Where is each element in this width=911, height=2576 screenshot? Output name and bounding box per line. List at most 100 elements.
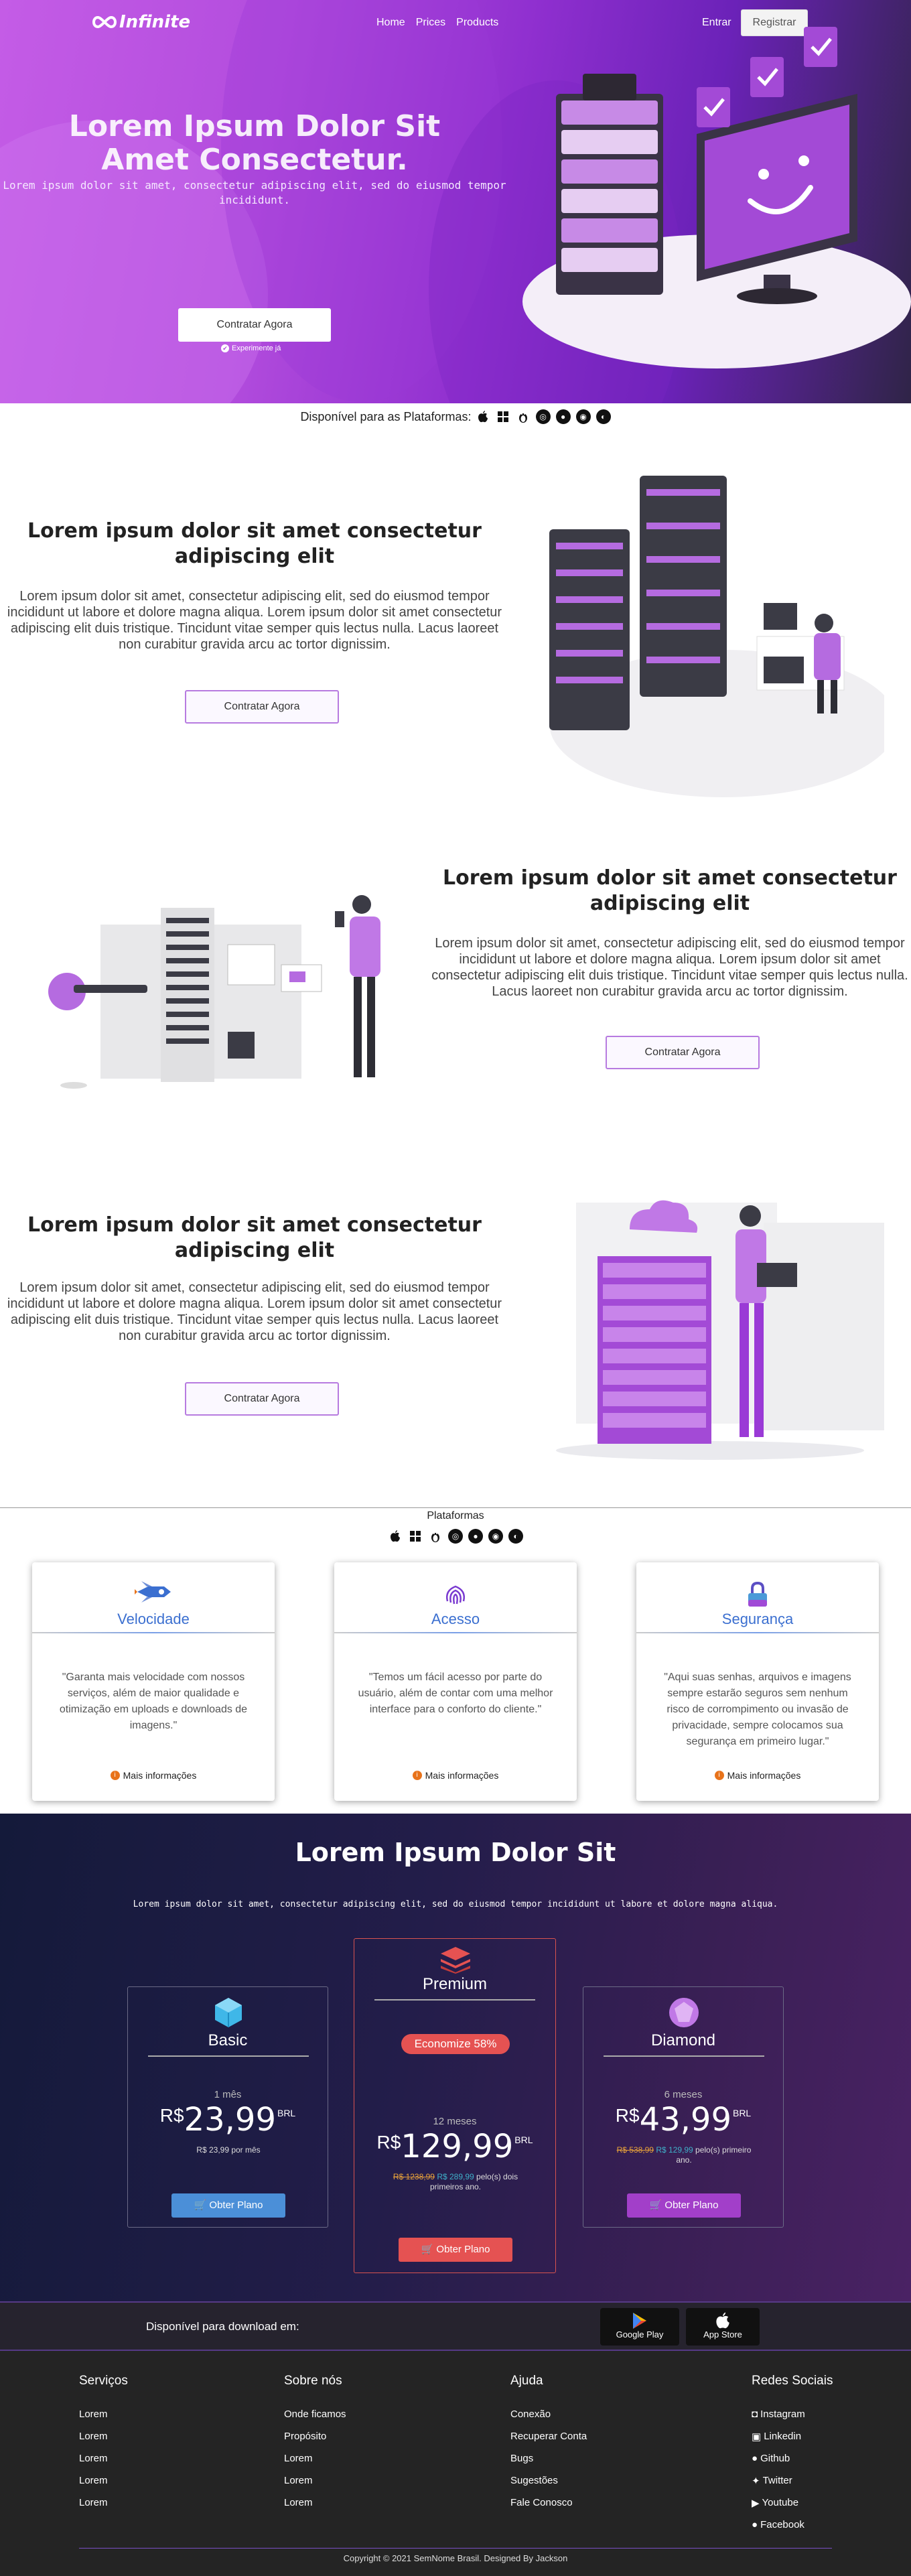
social-link-youtube[interactable]: ▶ Youtube — [752, 2492, 833, 2514]
social-link-twitter[interactable]: ✦ Twitter — [752, 2469, 833, 2492]
footer-column-about: Sobre nós Onde ficamos Propósito Lorem L… — [284, 2374, 346, 2514]
promo-price: R$ 289,99 — [437, 2172, 474, 2181]
footer-link[interactable]: Sugestões — [510, 2469, 587, 2492]
plan-price: R$ 23,99 BRL — [128, 2101, 328, 2139]
footer-link[interactable]: Conexão — [510, 2403, 587, 2425]
hero-section: Infinite Home Prices Products Entrar Reg… — [0, 0, 911, 403]
old-price: R$ 538,99 — [616, 2145, 654, 2155]
get-plan-button[interactable]: 🛒 Obter Plano — [171, 2193, 285, 2218]
social-link-github[interactable]: ● Github — [752, 2447, 833, 2469]
more-info-link[interactable]: i Mais informações — [334, 1770, 577, 1781]
plan-divider — [148, 2055, 309, 2057]
feature-cta-button[interactable]: Contratar Agora — [185, 1382, 339, 1416]
card-title: Velocidade — [117, 1611, 190, 1627]
footer-column-title: Ajuda — [510, 2374, 543, 2388]
linux-icon — [516, 409, 531, 424]
feature-card-speed: Velocidade "Garanta mais velocidade com … — [32, 1562, 275, 1801]
feature-title: Lorem ipsum dolor sit amet consectetur a… — [27, 1213, 482, 1262]
get-plan-button[interactable]: 🛒 Obter Plano — [399, 2238, 512, 2262]
footer-link[interactable]: Lorem — [79, 2469, 128, 2492]
info-icon: i — [412, 1771, 422, 1780]
rocket-icon — [135, 1581, 171, 1603]
plan-period: 12 meses — [433, 2116, 477, 2127]
get-plan-button[interactable]: 🛒 Obter Plano — [627, 2193, 741, 2218]
brand-logo[interactable]: Infinite — [91, 12, 190, 32]
footer-link[interactable]: Propósito — [284, 2425, 346, 2447]
hero-title: Lorem Ipsum Dolor Sit Amet Consectetur. — [68, 109, 441, 177]
more-info-link[interactable]: i Mais informações — [636, 1770, 879, 1781]
cart-icon: 🛒 — [421, 2244, 437, 2255]
twitter-icon: ✦ — [752, 2475, 760, 2487]
card-title: Acesso — [431, 1611, 480, 1627]
apple-icon — [716, 2312, 729, 2329]
info-icon: i — [714, 1771, 724, 1780]
hero-cta-button[interactable]: Contratar Agora — [178, 308, 331, 342]
footer-link[interactable]: Lorem — [284, 2469, 346, 2492]
plan-note: R$ 538,99 R$ 129,99 pelo(s) primeiro ano… — [610, 2145, 758, 2165]
facebook-icon: ● — [752, 2519, 758, 2530]
layers-icon — [441, 1947, 470, 1974]
feature-text: Lorem ipsum dolor sit amet, consectetur … — [7, 1280, 502, 1343]
hero-trial-text: Experimente já — [232, 344, 281, 352]
youtube-icon: ▶ — [752, 2497, 760, 2509]
linkedin-icon: ▣ — [752, 2431, 762, 2443]
site-footer: Serviços Lorem Lorem Lorem Lorem Lorem S… — [0, 2351, 911, 2576]
google-play-button[interactable]: Google Play — [600, 2308, 679, 2346]
social-link-linkedin[interactable]: ▣ Linkedin — [752, 2425, 833, 2447]
price-value: 43,99 — [639, 2101, 731, 2139]
nav-link-home[interactable]: Home — [376, 17, 405, 29]
social-link-facebook[interactable]: ● Facebook — [752, 2514, 833, 2536]
linux-icon — [428, 1529, 443, 1544]
price-currency: R$ — [159, 2105, 184, 2126]
nav-link-products[interactable]: Products — [456, 17, 498, 29]
hero-trial-note: ✔ Experimente já — [221, 344, 295, 352]
firefox-icon: ● — [555, 409, 571, 424]
footer-link[interactable]: Lorem — [284, 2492, 346, 2514]
nav-links: Home Prices Products — [376, 17, 498, 29]
chrome-icon: ◉ — [575, 409, 591, 424]
footer-link[interactable]: Bugs — [510, 2447, 587, 2469]
feature-cta-button[interactable]: Contratar Agora — [606, 1036, 760, 1069]
plan-card-basic: Basic 1 mês R$ 23,99 BRL R$ 23,99 por mê… — [127, 1986, 328, 2228]
app-store-button[interactable]: App Store — [686, 2308, 760, 2346]
server-rack-icon — [556, 74, 663, 295]
footer-column-title: Serviços — [79, 2374, 128, 2388]
browser-icon: ◐ — [595, 409, 611, 424]
platform-icons: ◎ ● ◉ ◐ — [0, 1529, 911, 1544]
server-technician-illustration — [48, 895, 380, 1089]
footer-link[interactable]: Lorem — [284, 2447, 346, 2469]
more-info-link[interactable]: i Mais informações — [32, 1770, 275, 1781]
footer-link[interactable]: Onde ficamos — [284, 2403, 346, 2425]
hero-server-illustration — [522, 27, 911, 368]
ubuntu-icon: ◎ — [535, 409, 551, 424]
info-icon: i — [110, 1771, 120, 1780]
footer-link[interactable]: Lorem — [79, 2492, 128, 2514]
windows-icon — [408, 1529, 423, 1544]
lock-icon — [748, 1581, 767, 1607]
feature-text: Lorem ipsum dolor sit amet, consectetur … — [7, 589, 502, 652]
social-link-instagram[interactable]: ◘ Instagram — [752, 2403, 833, 2425]
pricing-title: Lorem Ipsum Dolor Sit — [295, 1838, 616, 1867]
firefox-icon: ● — [468, 1529, 483, 1544]
plan-name: Diamond — [650, 2031, 716, 2049]
feature-card-security: Segurança "Aqui suas senhas, arquivos e … — [636, 1562, 879, 1801]
footer-link[interactable]: Fale Conosco — [510, 2492, 587, 2514]
footer-divider — [79, 2548, 832, 2549]
github-icon: ● — [752, 2453, 758, 2464]
check-icon: ✔ — [221, 344, 229, 352]
feature-cta-button[interactable]: Contratar Agora — [185, 690, 339, 724]
download-label: Disponível para download em: — [146, 2320, 299, 2333]
ubuntu-icon: ◎ — [448, 1529, 463, 1544]
nav-link-prices[interactable]: Prices — [416, 17, 445, 29]
chrome-icon: ◉ — [488, 1529, 503, 1544]
footer-link[interactable]: Recuperar Conta — [510, 2425, 587, 2447]
footer-link[interactable]: Lorem — [79, 2403, 128, 2425]
google-play-icon — [633, 2313, 646, 2329]
card-divider — [32, 1632, 275, 1633]
cloud-server-illustration — [556, 1200, 884, 1460]
footer-link[interactable]: Lorem — [79, 2425, 128, 2447]
feature-card-access: Acesso "Temos um fácil acesso por parte … — [334, 1562, 577, 1801]
cart-icon: 🛒 — [194, 2199, 210, 2211]
feature-title: Lorem ipsum dolor sit amet consectetur a… — [27, 519, 482, 568]
footer-link[interactable]: Lorem — [79, 2447, 128, 2469]
